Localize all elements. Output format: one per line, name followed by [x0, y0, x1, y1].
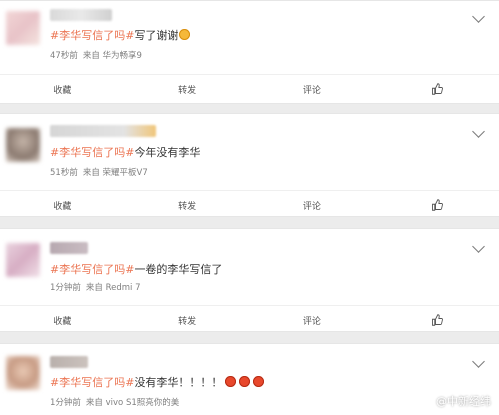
action-bar: 收藏 转发 评论: [0, 74, 499, 103]
repost-button[interactable]: 转发: [125, 191, 250, 219]
avatar[interactable]: [6, 356, 40, 390]
weibo-logo-icon: [419, 395, 433, 407]
avatar[interactable]: [6, 11, 40, 45]
post-card: #李华写信了吗#今年没有李华 51秒前 来自 荣耀平板V7 收藏 转发 评论: [0, 113, 499, 217]
post-content: #李华写信了吗#一卷的李华写信了: [50, 261, 222, 277]
post-content: #李华写信了吗#写了谢谢: [50, 27, 191, 43]
repost-button[interactable]: 转发: [125, 306, 250, 334]
post-text: 今年没有李华: [134, 146, 201, 159]
post-source: 来自 华为畅享9: [82, 51, 142, 61]
post-meta: 51秒前 来自 荣耀平板V7: [50, 166, 148, 178]
action-bar: 收藏 转发 评论: [0, 190, 499, 219]
post-time[interactable]: 51秒前: [50, 168, 78, 178]
favorite-button[interactable]: 收藏: [0, 191, 125, 219]
post-text: 一卷的李华写信了: [134, 263, 223, 276]
comment-button[interactable]: 评论: [250, 191, 375, 219]
like-button[interactable]: [374, 306, 499, 334]
angry-face-icon: [239, 376, 251, 387]
action-bar: 收藏 转发 评论: [0, 305, 499, 334]
username[interactable]: [50, 242, 88, 254]
post-card: #李华写信了吗#写了谢谢 47秒前 来自 华为畅享9 收藏 转发 评论: [0, 0, 499, 104]
watermark: @中新经纬: [419, 393, 491, 409]
hashtag-link[interactable]: #李华写信了吗#: [50, 29, 134, 42]
like-button[interactable]: [374, 75, 499, 103]
chevron-down-icon[interactable]: [472, 240, 485, 253]
post-meta: 47秒前 来自 华为畅享9: [50, 49, 142, 61]
hashtag-link[interactable]: #李华写信了吗#: [50, 376, 134, 389]
avatar[interactable]: [6, 128, 40, 162]
chevron-down-icon[interactable]: [472, 125, 485, 138]
chevron-down-icon[interactable]: [472, 355, 485, 368]
post-text: 写了谢谢: [134, 29, 179, 42]
username[interactable]: [50, 125, 156, 137]
like-button[interactable]: [374, 191, 499, 219]
angry-face-icon: [253, 376, 265, 387]
thumbs-up-icon: [431, 314, 443, 326]
thumbs-up-icon: [431, 83, 443, 95]
avatar[interactable]: [6, 243, 40, 277]
post-time[interactable]: 1分钟前: [50, 283, 81, 293]
watermark-text: @中新经纬: [436, 395, 491, 408]
repost-button[interactable]: 转发: [125, 75, 250, 103]
post-text: 没有李华！！！！: [134, 376, 223, 389]
post-time[interactable]: 47秒前: [50, 51, 78, 61]
post-meta: 1分钟前 来自 vivo S1照亮你的美: [50, 396, 179, 408]
post-card: #李华写信了吗#一卷的李华写信了 1分钟前 来自 Redmi 7 收藏 转发 评论: [0, 228, 499, 332]
surprised-face-icon: [179, 29, 191, 40]
angry-face-icon: [225, 376, 237, 387]
post-source: 来自 Redmi 7: [85, 283, 141, 293]
hashtag-link[interactable]: #李华写信了吗#: [50, 146, 134, 159]
post-time[interactable]: 1分钟前: [50, 398, 81, 408]
comment-button[interactable]: 评论: [250, 75, 375, 103]
username[interactable]: [50, 356, 88, 368]
thumbs-up-icon: [431, 199, 443, 211]
post-meta: 1分钟前 来自 Redmi 7: [50, 281, 141, 293]
post-content: #李华写信了吗#没有李华！！！！: [50, 374, 265, 390]
favorite-button[interactable]: 收藏: [0, 306, 125, 334]
post-source: 来自 荣耀平板V7: [82, 168, 148, 178]
username[interactable]: [50, 9, 112, 21]
post-source: 来自 vivo S1照亮你的美: [85, 398, 180, 408]
comment-button[interactable]: 评论: [250, 306, 375, 334]
hashtag-link[interactable]: #李华写信了吗#: [50, 263, 134, 276]
favorite-button[interactable]: 收藏: [0, 75, 125, 103]
post-content: #李华写信了吗#今年没有李华: [50, 144, 200, 160]
chevron-down-icon[interactable]: [472, 10, 485, 23]
